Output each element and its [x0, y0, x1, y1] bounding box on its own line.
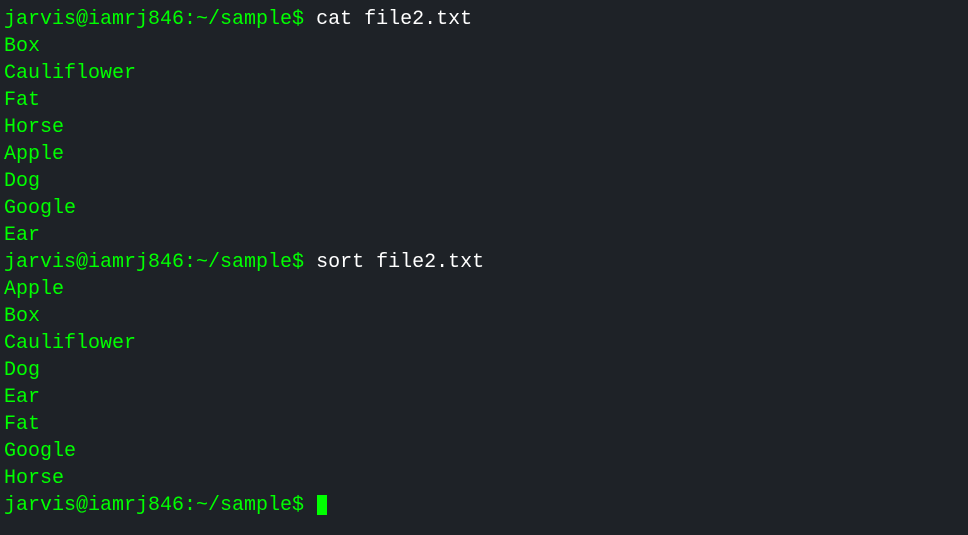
- prompt-text: jarvis@iamrj846:~/sample$: [4, 251, 316, 274]
- output-line: Cauliflower: [4, 60, 964, 87]
- output-line: Fat: [4, 87, 964, 114]
- output-line: Cauliflower: [4, 330, 964, 357]
- command-text: sort file2.txt: [316, 251, 484, 274]
- output-line: Ear: [4, 222, 964, 249]
- output-line: Ear: [4, 384, 964, 411]
- output-line: Google: [4, 438, 964, 465]
- output-line: Horse: [4, 114, 964, 141]
- prompt-line-empty: jarvis@iamrj846:~/sample$: [4, 492, 964, 519]
- output-line: Box: [4, 303, 964, 330]
- output-line: Google: [4, 195, 964, 222]
- prompt-line: jarvis@iamrj846:~/sample$ sort file2.txt: [4, 249, 964, 276]
- output-line: Apple: [4, 141, 964, 168]
- output-line: Fat: [4, 411, 964, 438]
- command-text: cat file2.txt: [316, 8, 472, 31]
- prompt-text: jarvis@iamrj846:~/sample$: [4, 494, 316, 517]
- prompt-text: jarvis@iamrj846:~/sample$: [4, 8, 316, 31]
- output-line: Dog: [4, 357, 964, 384]
- cursor: [317, 495, 327, 515]
- output-line: Apple: [4, 276, 964, 303]
- output-line: Horse: [4, 465, 964, 492]
- output-line: Box: [4, 33, 964, 60]
- terminal: jarvis@iamrj846:~/sample$ cat file2.txtB…: [0, 0, 968, 535]
- output-line: Dog: [4, 168, 964, 195]
- prompt-line: jarvis@iamrj846:~/sample$ cat file2.txt: [4, 6, 964, 33]
